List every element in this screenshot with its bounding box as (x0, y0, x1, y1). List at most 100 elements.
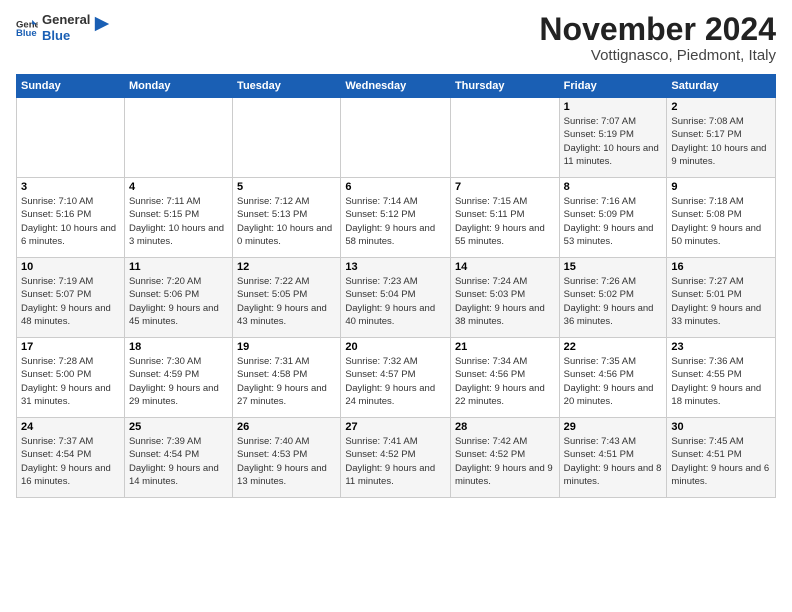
table-row: 21Sunrise: 7:34 AM Sunset: 4:56 PM Dayli… (450, 338, 559, 418)
table-row: 19 Sunrise: 7:31 AM Sunset: 4:58 PM Dayli… (233, 338, 341, 418)
day-number: 5 (237, 181, 336, 193)
col-thursday: Thursday (450, 75, 559, 98)
day-info: Sunrise: 7:36 AM Sunset: 4:55 PM Dayligh… (671, 355, 771, 408)
table-row: 2 Sunrise: 7:08 AM Sunset: 5:17 PM Daylig… (667, 98, 776, 178)
day-info: Sunrise: 7:28 AM Sunset: 5:00 PM Dayligh… (21, 355, 120, 408)
table-row: 9 Sunrise: 7:18 AM Sunset: 5:08 PM Daylig… (667, 178, 776, 258)
day-info: Sunrise: 7:27 AM Sunset: 5:01 PM Dayligh… (671, 275, 771, 328)
col-monday: Monday (124, 75, 232, 98)
day-info: Sunrise: 7:32 AM Sunset: 4:57 PM Dayligh… (345, 355, 446, 408)
table-row: 7 Sunrise: 7:15 AM Sunset: 5:11 PM Daylig… (450, 178, 559, 258)
page-header: General Blue General Blue November 2024 … (16, 12, 776, 64)
table-row: 17Sunrise: 7:28 AM Sunset: 5:00 PM Dayli… (17, 338, 125, 418)
day-number: 9 (671, 181, 771, 193)
table-row: 10Sunrise: 7:19 AM Sunset: 5:07 PM Dayli… (17, 258, 125, 338)
table-row: 22 Sunrise: 7:35 AM Sunset: 4:56 PM Dayli… (559, 338, 667, 418)
day-info: Sunrise: 7:37 AM Sunset: 4:54 PM Dayligh… (21, 435, 120, 488)
table-row: 13Sunrise: 7:23 AM Sunset: 5:04 PM Dayli… (341, 258, 451, 338)
table-row: 16 Sunrise: 7:27 AM Sunset: 5:01 PM Dayli… (667, 258, 776, 338)
day-number: 16 (671, 261, 771, 273)
table-row: 1 Sunrise: 7:07 AM Sunset: 5:19 PM Daylig… (559, 98, 667, 178)
col-wednesday: Wednesday (341, 75, 451, 98)
day-info: Sunrise: 7:16 AM Sunset: 5:09 PM Dayligh… (564, 195, 663, 248)
day-number: 6 (345, 181, 446, 193)
day-number: 25 (129, 421, 228, 433)
table-row (341, 98, 451, 178)
day-number: 24 (21, 421, 120, 433)
day-number: 22 (564, 341, 663, 353)
day-number: 3 (21, 181, 120, 193)
table-row: 5 Sunrise: 7:12 AM Sunset: 5:13 PM Daylig… (233, 178, 341, 258)
day-number: 12 (237, 261, 336, 273)
table-row (450, 98, 559, 178)
day-info: Sunrise: 7:18 AM Sunset: 5:08 PM Dayligh… (671, 195, 771, 248)
day-info: Sunrise: 7:24 AM Sunset: 5:03 PM Dayligh… (455, 275, 555, 328)
calendar-table: Sunday Monday Tuesday Wednesday Thursday… (16, 74, 776, 498)
table-row: 28 Sunrise: 7:42 AM Sunset: 4:52 PM Dayli… (450, 418, 559, 498)
day-info: Sunrise: 7:34 AM Sunset: 4:56 PM Dayligh… (455, 355, 555, 408)
table-row: 15Sunrise: 7:26 AM Sunset: 5:02 PM Dayli… (559, 258, 667, 338)
table-row: 24 Sunrise: 7:37 AM Sunset: 4:54 PM Dayli… (17, 418, 125, 498)
table-row: 25 Sunrise: 7:39 AM Sunset: 4:54 PM Dayli… (124, 418, 232, 498)
day-info: Sunrise: 7:30 AM Sunset: 4:59 PM Dayligh… (129, 355, 228, 408)
day-info: Sunrise: 7:20 AM Sunset: 5:06 PM Dayligh… (129, 275, 228, 328)
table-row: 11 Sunrise: 7:20 AM Sunset: 5:06 PM Dayli… (124, 258, 232, 338)
day-info: Sunrise: 7:19 AM Sunset: 5:07 PM Dayligh… (21, 275, 120, 328)
day-number: 15 (564, 261, 663, 273)
day-number: 2 (671, 101, 771, 113)
logo-icon: General Blue (16, 17, 38, 39)
calendar-week-row: 10Sunrise: 7:19 AM Sunset: 5:07 PM Dayli… (17, 258, 776, 338)
day-info: Sunrise: 7:35 AM Sunset: 4:56 PM Dayligh… (564, 355, 663, 408)
calendar-week-row: 3 Sunrise: 7:10 AM Sunset: 5:16 PM Daylig… (17, 178, 776, 258)
day-number: 11 (129, 261, 228, 273)
day-info: Sunrise: 7:42 AM Sunset: 4:52 PM Dayligh… (455, 435, 555, 488)
table-row: 6 Sunrise: 7:14 AM Sunset: 5:12 PM Daylig… (341, 178, 451, 258)
day-number: 19 (237, 341, 336, 353)
table-row: 20 Sunrise: 7:32 AM Sunset: 4:57 PM Dayli… (341, 338, 451, 418)
day-info: Sunrise: 7:08 AM Sunset: 5:17 PM Dayligh… (671, 115, 771, 168)
day-info: Sunrise: 7:22 AM Sunset: 5:05 PM Dayligh… (237, 275, 336, 328)
col-saturday: Saturday (667, 75, 776, 98)
table-row: 12 Sunrise: 7:22 AM Sunset: 5:05 PM Dayli… (233, 258, 341, 338)
day-number: 29 (564, 421, 663, 433)
table-row: 29Sunrise: 7:43 AM Sunset: 4:51 PM Dayli… (559, 418, 667, 498)
day-number: 14 (455, 261, 555, 273)
day-info: Sunrise: 7:07 AM Sunset: 5:19 PM Dayligh… (564, 115, 663, 168)
day-info: Sunrise: 7:31 AM Sunset: 4:58 PM Dayligh… (237, 355, 336, 408)
day-info: Sunrise: 7:39 AM Sunset: 4:54 PM Dayligh… (129, 435, 228, 488)
table-row: 26 Sunrise: 7:40 AM Sunset: 4:53 PM Dayli… (233, 418, 341, 498)
title-area: November 2024 Vottignasco, Piedmont, Ita… (539, 12, 776, 64)
day-info: Sunrise: 7:40 AM Sunset: 4:53 PM Dayligh… (237, 435, 336, 488)
day-info: Sunrise: 7:15 AM Sunset: 5:11 PM Dayligh… (455, 195, 555, 248)
calendar-week-row: 17Sunrise: 7:28 AM Sunset: 5:00 PM Dayli… (17, 338, 776, 418)
table-row (124, 98, 232, 178)
day-number: 18 (129, 341, 228, 353)
day-number: 7 (455, 181, 555, 193)
table-row: 27Sunrise: 7:41 AM Sunset: 4:52 PM Dayli… (341, 418, 451, 498)
day-info: Sunrise: 7:41 AM Sunset: 4:52 PM Dayligh… (345, 435, 446, 488)
day-number: 26 (237, 421, 336, 433)
subtitle: Vottignasco, Piedmont, Italy (539, 47, 776, 64)
table-row: 23 Sunrise: 7:36 AM Sunset: 4:55 PM Dayli… (667, 338, 776, 418)
svg-text:Blue: Blue (16, 28, 37, 39)
day-info: Sunrise: 7:12 AM Sunset: 5:13 PM Dayligh… (237, 195, 336, 248)
day-info: Sunrise: 7:10 AM Sunset: 5:16 PM Dayligh… (21, 195, 120, 248)
day-number: 1 (564, 101, 663, 113)
table-row: 18 Sunrise: 7:30 AM Sunset: 4:59 PM Dayli… (124, 338, 232, 418)
day-number: 4 (129, 181, 228, 193)
day-number: 28 (455, 421, 555, 433)
day-number: 20 (345, 341, 446, 353)
day-info: Sunrise: 7:23 AM Sunset: 5:04 PM Dayligh… (345, 275, 446, 328)
calendar-week-row: 1 Sunrise: 7:07 AM Sunset: 5:19 PM Daylig… (17, 98, 776, 178)
day-info: Sunrise: 7:14 AM Sunset: 5:12 PM Dayligh… (345, 195, 446, 248)
logo-flag-icon (93, 15, 111, 33)
day-number: 23 (671, 341, 771, 353)
table-row: 30Sunrise: 7:45 AM Sunset: 4:51 PM Dayli… (667, 418, 776, 498)
day-info: Sunrise: 7:45 AM Sunset: 4:51 PM Dayligh… (671, 435, 771, 488)
logo-text-general: General (42, 12, 90, 28)
col-sunday: Sunday (17, 75, 125, 98)
logo-text-blue: Blue (42, 28, 90, 44)
page-container: General Blue General Blue November 2024 … (0, 0, 792, 506)
calendar-header-row: Sunday Monday Tuesday Wednesday Thursday… (17, 75, 776, 98)
col-friday: Friday (559, 75, 667, 98)
